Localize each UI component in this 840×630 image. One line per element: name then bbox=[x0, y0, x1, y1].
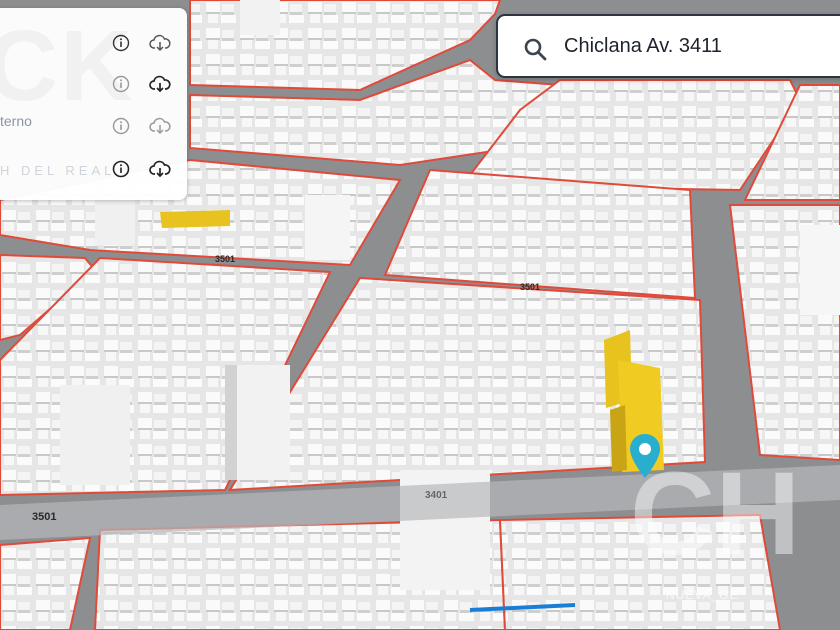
street-number-label: 3401 bbox=[425, 490, 448, 501]
layers-panel: CK terno H DEL REAL bbox=[0, 8, 187, 200]
cloud-download-icon[interactable] bbox=[149, 158, 171, 180]
panel-tagline: H DEL REAL bbox=[0, 163, 116, 178]
cloud-download-icon[interactable] bbox=[149, 73, 171, 95]
address-search-box[interactable]: Chiclana Av. 3411 bbox=[496, 14, 840, 78]
cloud-download-icon[interactable] bbox=[149, 32, 171, 54]
info-icon[interactable] bbox=[110, 158, 132, 180]
search-input[interactable]: Chiclana Av. 3411 bbox=[564, 35, 722, 58]
street-number-label: 3501 bbox=[32, 511, 56, 523]
corner-watermark: CH bbox=[630, 448, 801, 580]
street-number-label: 3501 bbox=[520, 282, 540, 292]
corner-watermark-text: NUEVA_GE bbox=[666, 588, 739, 602]
panel-watermark: CK bbox=[0, 10, 135, 122]
panel-caption: terno bbox=[0, 113, 32, 129]
info-icon[interactable] bbox=[110, 32, 132, 54]
info-icon[interactable] bbox=[110, 73, 132, 95]
cloud-download-icon[interactable] bbox=[149, 115, 171, 137]
info-icon[interactable] bbox=[110, 115, 132, 137]
search-icon[interactable] bbox=[522, 36, 548, 62]
street-number-label: 3501 bbox=[215, 254, 235, 264]
